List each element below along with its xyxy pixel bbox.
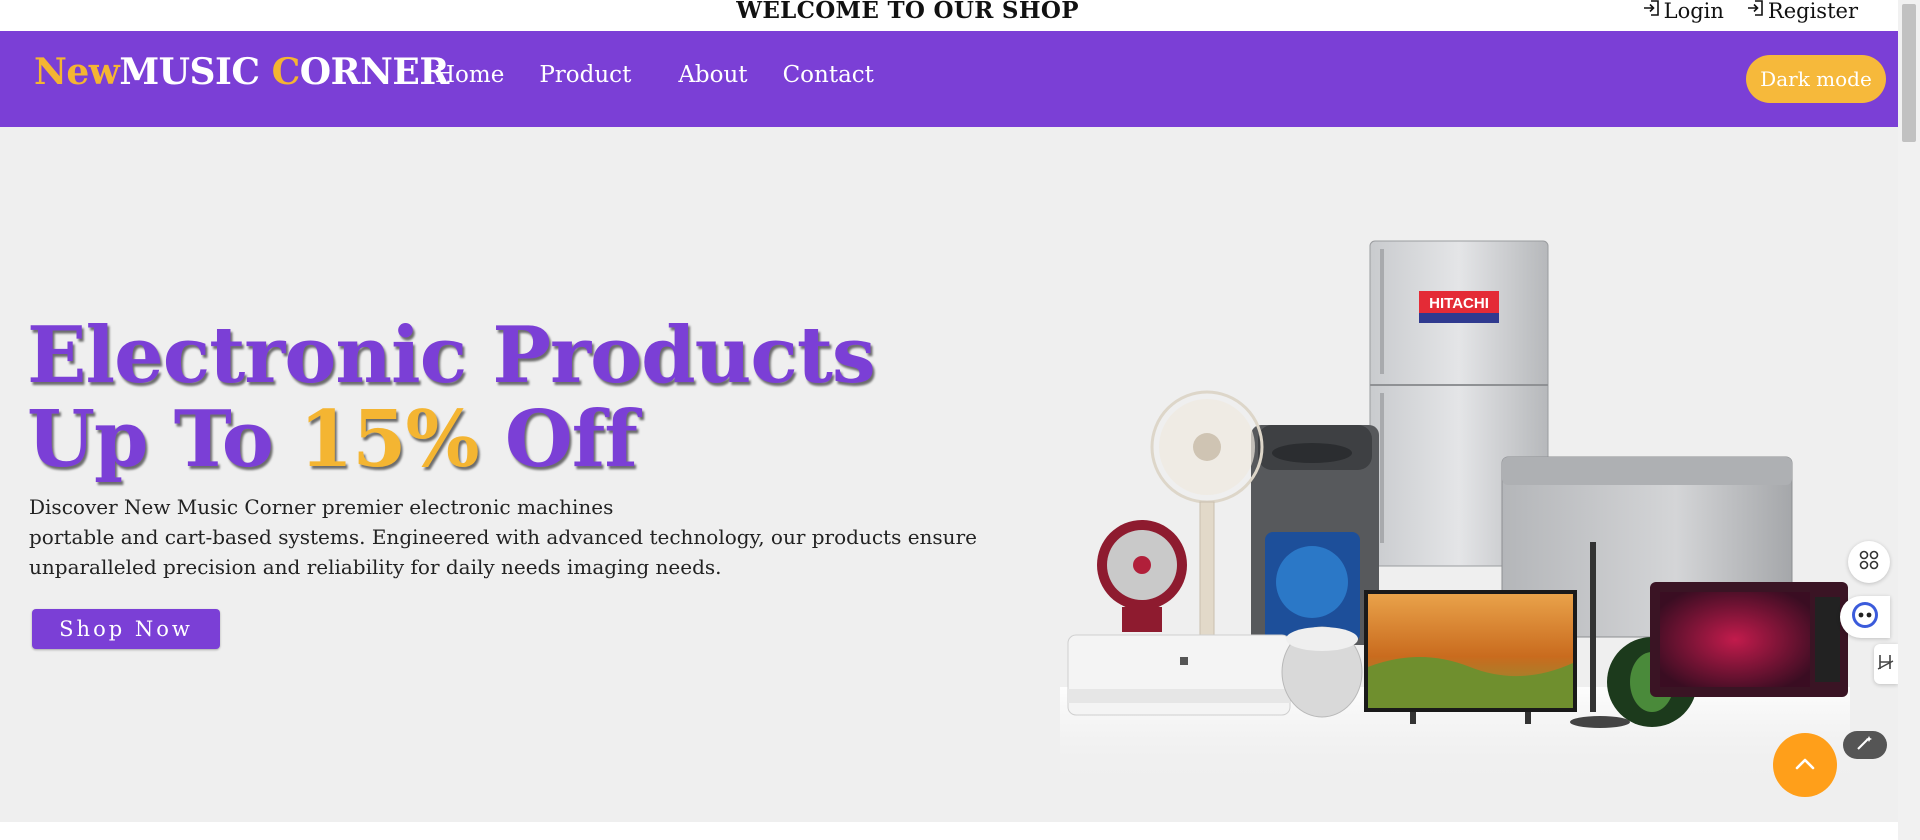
- microwave-graphic: [1650, 582, 1848, 697]
- grid-widget-button[interactable]: [1848, 541, 1890, 583]
- register-link[interactable]: Register: [1746, 0, 1858, 23]
- washing-machine-graphic: [1251, 425, 1379, 645]
- box-fan-graphic: [1097, 520, 1187, 632]
- desc-line-3: unparalleled precision and reliability f…: [29, 555, 722, 579]
- magic-widget-button[interactable]: [1843, 731, 1887, 759]
- fridge-brand-label: HITACHI: [1429, 295, 1489, 312]
- nav-item-contact[interactable]: Contact: [783, 62, 874, 88]
- login-icon: [1642, 0, 1662, 23]
- hero-description: Discover New Music Corner premier electr…: [29, 492, 977, 582]
- dark-mode-button[interactable]: Dark mode: [1746, 55, 1886, 103]
- welcome-text: WELCOME TO OUR SHOP: [736, 0, 1079, 24]
- standing-fan-graphic: [1150, 390, 1264, 661]
- brand-part-c: C: [271, 51, 301, 93]
- login-link[interactable]: Login: [1642, 0, 1724, 23]
- translate-icon: [1877, 652, 1895, 676]
- nav-item-product[interactable]: Product: [539, 62, 631, 88]
- back-to-top-button[interactable]: [1773, 733, 1837, 797]
- desc-line-1: Discover New Music Corner premier electr…: [29, 495, 614, 519]
- top-bar: WELCOME TO OUR SHOP Login Register: [0, 0, 1898, 31]
- air-conditioner-graphic: [1067, 634, 1291, 716]
- assistant-widget-button[interactable]: [1840, 596, 1890, 638]
- translate-widget-button[interactable]: [1874, 644, 1898, 684]
- headline-up-to: Up To: [27, 394, 299, 485]
- tv-graphic: [1364, 590, 1577, 724]
- nav-menu: Home Product About Contact: [435, 62, 874, 88]
- desc-line-2: portable and cart-based systems. Enginee…: [29, 525, 977, 549]
- hero-headline: Electronic Products Up To 15% Off: [27, 310, 876, 482]
- assistant-icon: [1850, 600, 1880, 634]
- headline-line-1: Electronic Products: [27, 310, 876, 401]
- nav-item-home[interactable]: Home: [435, 62, 504, 88]
- login-label: Login: [1663, 0, 1724, 23]
- page-bottom: [0, 822, 1898, 840]
- register-icon: [1746, 0, 1766, 23]
- nav-item-about[interactable]: About: [678, 62, 747, 88]
- headline-off: Off: [478, 394, 638, 485]
- shop-now-button[interactable]: Shop Now: [32, 609, 220, 649]
- products-image: HITACHI: [1060, 240, 1850, 787]
- grid-icon: [1858, 549, 1880, 575]
- auth-links: Login Register: [1642, 0, 1858, 23]
- chevron-up-icon: [1794, 756, 1816, 775]
- brand-part-new: New: [34, 51, 120, 93]
- hero-section: Electronic Products Up To 15% Off Discov…: [0, 127, 1898, 822]
- brand-logo[interactable]: NewMUSIC CORNER: [34, 51, 449, 93]
- brand-part-music: MUSIC: [119, 51, 272, 93]
- magic-wand-icon: [1855, 734, 1875, 756]
- register-label: Register: [1767, 0, 1858, 23]
- headline-line-2: Up To 15% Off: [27, 398, 875, 482]
- headline-percent: 15%: [299, 394, 480, 485]
- rice-cooker-graphic: [1281, 626, 1363, 718]
- brand-part-orner: ORNER: [299, 51, 450, 93]
- main-navbar: NewMUSIC CORNER Home Product About Conta…: [0, 31, 1898, 127]
- page-scrollbar[interactable]: [1898, 0, 1920, 840]
- scrollbar-thumb[interactable]: [1902, 4, 1916, 142]
